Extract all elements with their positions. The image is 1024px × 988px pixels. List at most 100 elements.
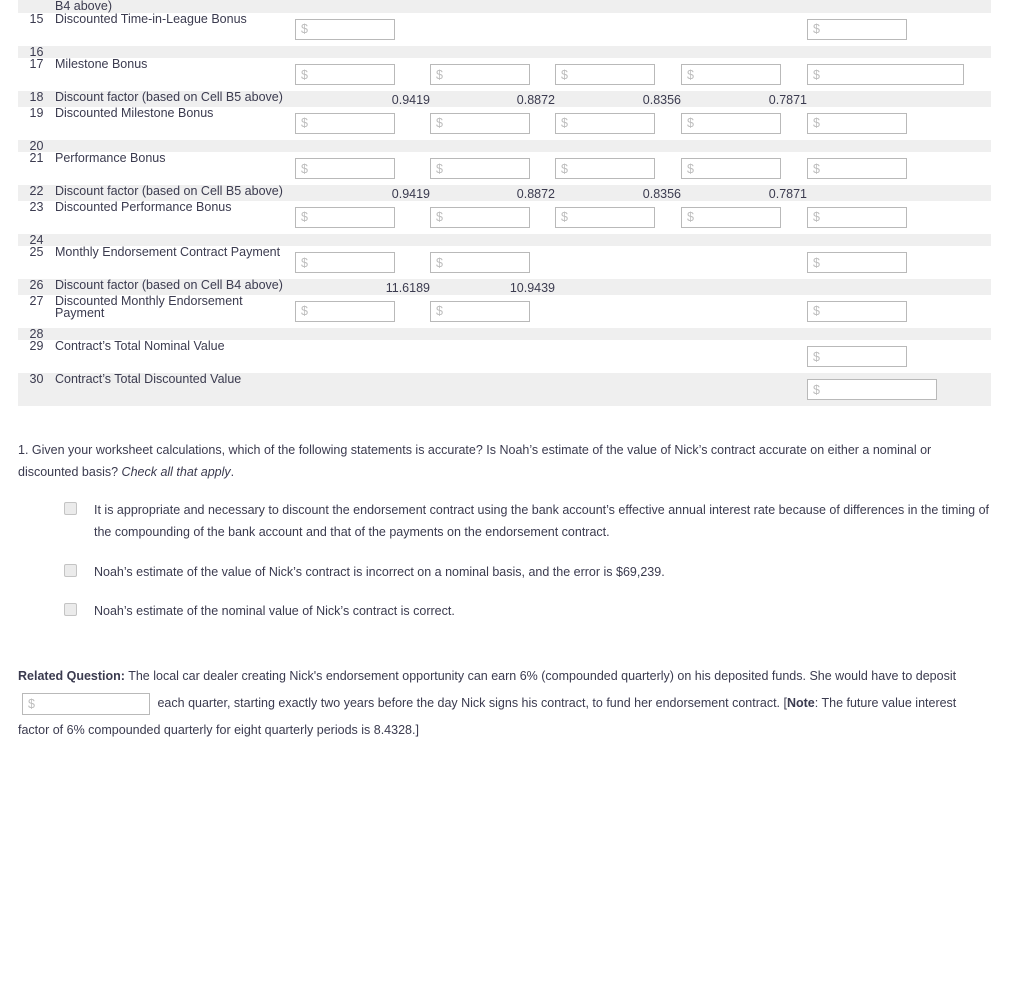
money-input[interactable] bbox=[807, 112, 907, 134]
row-label: Contract’s Total Discounted Value bbox=[55, 373, 295, 406]
money-input[interactable] bbox=[295, 64, 395, 85]
row-label: Discounted Monthly Endorsement Payment bbox=[55, 294, 295, 328]
money-input[interactable] bbox=[555, 206, 655, 228]
money-input[interactable] bbox=[807, 64, 964, 85]
related-question-block: Related Question: The local car dealer c… bbox=[18, 641, 991, 744]
money-input[interactable] bbox=[555, 64, 655, 85]
money-input[interactable] bbox=[430, 300, 530, 322]
money-input[interactable] bbox=[295, 206, 395, 228]
row-label: Discount factor (based on Cell B5 above) bbox=[55, 91, 295, 107]
option-label[interactable]: Noah’s estimate of the value of Nick’s c… bbox=[77, 562, 665, 584]
table-row: 16 bbox=[18, 45, 991, 58]
row-label: Monthly Endorsement Contract Payment bbox=[55, 246, 295, 279]
money-input[interactable] bbox=[807, 252, 907, 273]
money-input[interactable] bbox=[807, 158, 907, 179]
table-cell bbox=[295, 106, 430, 140]
row-number bbox=[18, 0, 55, 13]
question-options: It is appropriate and necessary to disco… bbox=[18, 500, 991, 624]
table-row: B4 above) bbox=[18, 0, 991, 13]
table-cell bbox=[295, 200, 430, 234]
table-cell bbox=[430, 200, 555, 234]
discount-factor-value: 0.9419 bbox=[391, 93, 430, 107]
table-cell bbox=[295, 12, 430, 46]
money-input[interactable] bbox=[555, 112, 655, 134]
money-input[interactable] bbox=[807, 206, 907, 228]
table-cell bbox=[807, 279, 991, 295]
money-input[interactable] bbox=[430, 112, 530, 134]
money-input[interactable] bbox=[295, 300, 395, 322]
table-cell bbox=[430, 294, 555, 328]
money-input[interactable] bbox=[555, 158, 655, 179]
row-label: Milestone Bonus bbox=[55, 58, 295, 91]
table-cell bbox=[681, 152, 807, 185]
checkbox-icon[interactable] bbox=[64, 603, 77, 617]
related-question-note-label: Note bbox=[786, 696, 815, 711]
option-label[interactable]: It is appropriate and necessary to disco… bbox=[77, 500, 991, 544]
money-input[interactable] bbox=[295, 252, 395, 273]
table-cell bbox=[681, 294, 807, 328]
row-number: 21 bbox=[18, 152, 55, 185]
money-input[interactable] bbox=[807, 18, 907, 40]
money-input[interactable] bbox=[295, 158, 395, 179]
table-cell: 0.8872 bbox=[430, 91, 555, 107]
table-cell bbox=[430, 327, 555, 340]
row-number: 30 bbox=[18, 373, 55, 406]
table-cell bbox=[681, 139, 807, 152]
checkbox-icon[interactable] bbox=[64, 501, 77, 515]
money-input[interactable] bbox=[295, 112, 395, 134]
table-cell bbox=[807, 152, 991, 185]
table-cell bbox=[295, 45, 430, 58]
row-number: 18 bbox=[18, 91, 55, 107]
table-cell bbox=[681, 327, 807, 340]
money-input[interactable] bbox=[807, 300, 907, 322]
checkbox-icon[interactable] bbox=[64, 563, 77, 577]
money-input[interactable] bbox=[681, 112, 781, 134]
table-cell bbox=[555, 294, 681, 328]
row-label: Discount factor (based on Cell B4 above) bbox=[55, 279, 295, 295]
table-cell bbox=[807, 106, 991, 140]
table-cell bbox=[681, 106, 807, 140]
table-cell bbox=[295, 139, 430, 152]
table-row: 25 Monthly Endorsement Contract Payment bbox=[18, 246, 991, 279]
table-cell bbox=[681, 58, 807, 91]
money-input[interactable] bbox=[681, 158, 781, 179]
table-cell bbox=[295, 340, 430, 373]
money-input[interactable] bbox=[681, 206, 781, 228]
money-input[interactable] bbox=[430, 252, 530, 273]
worksheet-table: B4 above) 15 Discounted Time-in-League Bon… bbox=[18, 0, 991, 406]
table-cell: 0.8356 bbox=[555, 185, 681, 201]
question-prompt-italic: Check all that apply bbox=[121, 464, 231, 479]
table-cell bbox=[681, 246, 807, 279]
row-number: 15 bbox=[18, 12, 55, 46]
table-cell bbox=[430, 233, 555, 246]
table-cell bbox=[295, 327, 430, 340]
money-input[interactable] bbox=[807, 379, 937, 400]
money-input[interactable] bbox=[430, 64, 530, 85]
money-input[interactable] bbox=[430, 158, 530, 179]
table-cell bbox=[555, 279, 681, 295]
table-cell: 11.6189 bbox=[295, 279, 430, 295]
table-cell bbox=[807, 58, 991, 91]
money-input[interactable] bbox=[681, 64, 781, 85]
option-label[interactable]: Noah’s estimate of the nominal value of … bbox=[77, 601, 455, 623]
option-row[interactable]: Noah’s estimate of the value of Nick’s c… bbox=[64, 562, 991, 584]
table-cell bbox=[807, 91, 991, 107]
discount-factor-value: 10.9439 bbox=[509, 281, 555, 295]
option-row[interactable]: It is appropriate and necessary to disco… bbox=[64, 500, 991, 544]
table-cell bbox=[555, 200, 681, 234]
table-row: 18 Discount factor (based on Cell B5 abov… bbox=[18, 91, 991, 107]
table-cell bbox=[807, 340, 991, 373]
table-cell bbox=[295, 233, 430, 246]
related-question-deposit-input[interactable] bbox=[22, 692, 150, 715]
table-row: 23 Discounted Performance Bonus bbox=[18, 200, 991, 234]
option-row[interactable]: Noah’s estimate of the nominal value of … bbox=[64, 601, 991, 623]
money-input[interactable] bbox=[430, 206, 530, 228]
table-cell bbox=[681, 0, 807, 13]
money-input[interactable] bbox=[295, 18, 395, 40]
money-input[interactable] bbox=[807, 346, 907, 367]
table-cell bbox=[430, 58, 555, 91]
related-question-text-before: The local car dealer creating Nick's end… bbox=[124, 669, 957, 684]
table-cell bbox=[295, 294, 430, 328]
table-cell bbox=[430, 139, 555, 152]
worksheet-container: B4 above) 15 Discounted Time-in-League Bon… bbox=[18, 0, 991, 406]
